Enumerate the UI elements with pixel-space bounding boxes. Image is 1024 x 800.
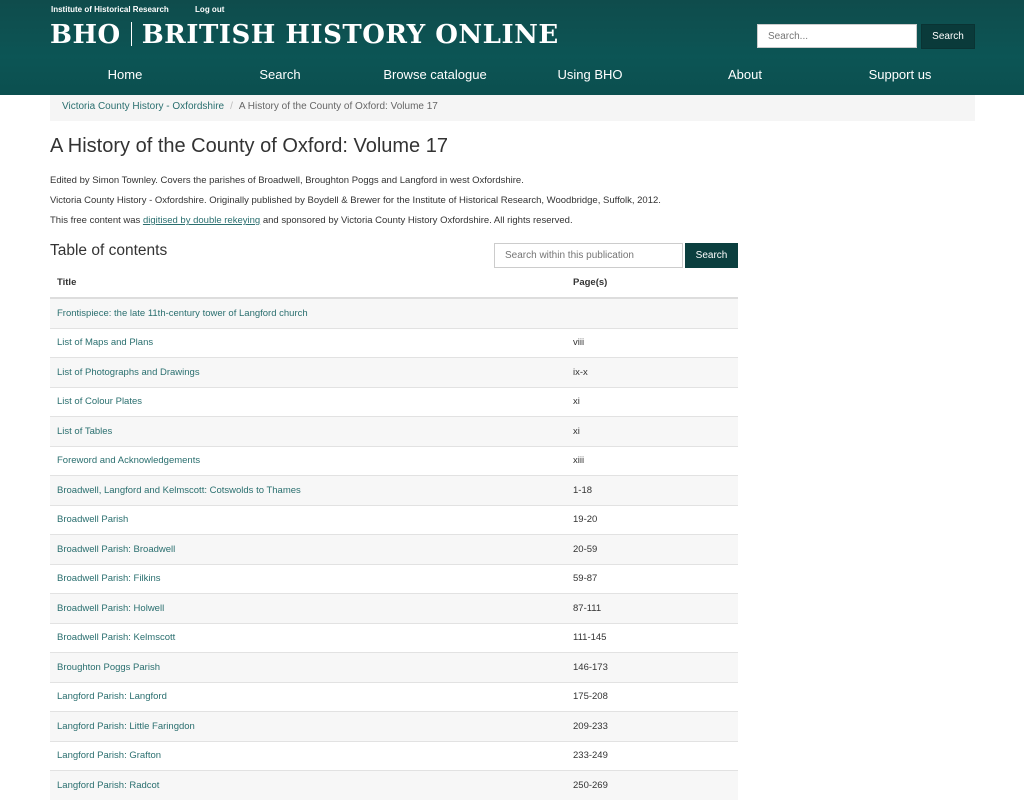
- table-row: List of Photographs and Drawings ix-x: [50, 357, 738, 387]
- table-row: Broadwell Parish: Holwell 87-111: [50, 593, 738, 623]
- breadcrumb-current: A History of the County of Oxford: Volum…: [238, 101, 438, 112]
- table-row: Broadwell Parish 19-20: [50, 504, 738, 535]
- toc-entry-pages: 233-249: [566, 740, 738, 771]
- toc-entry-link[interactable]: Langford Parish: Little Faringdon: [50, 711, 566, 741]
- toc-entry-pages: viii: [566, 327, 738, 358]
- table-row: Frontispiece: the late 11th-century towe…: [50, 297, 738, 328]
- logo-divider: [130, 22, 132, 46]
- nav-using-bho[interactable]: Using BHO: [515, 64, 665, 86]
- toc-heading: Table of contents: [50, 242, 168, 259]
- toc-search-button[interactable]: Search: [685, 243, 738, 268]
- table-row: Broadwell Parish: Kelmscott 111-145: [50, 622, 738, 653]
- toc-entry-pages: 250-269: [566, 770, 738, 800]
- breadcrumb-separator: /: [230, 101, 233, 112]
- toc-entry-link[interactable]: Langford Parish: Grafton: [50, 740, 566, 771]
- toc-entry-link[interactable]: Langford Parish: Radcot: [50, 770, 566, 800]
- main-nav: Home Search Browse catalogue Using BHO A…: [50, 64, 975, 86]
- toc-entry-pages: 111-145: [566, 622, 738, 653]
- toc-entry-link[interactable]: Broadwell Parish: Broadwell: [50, 534, 566, 564]
- toc-entry-link[interactable]: Foreword and Acknowledgements: [50, 445, 566, 476]
- table-row: Langford Parish: Little Faringdon 209-233: [50, 711, 738, 741]
- toc-entry-link[interactable]: List of Colour Plates: [50, 386, 566, 417]
- breadcrumb-link[interactable]: Victoria County History - Oxfordshire: [62, 101, 224, 112]
- rights-text-before: This free content was: [50, 215, 143, 226]
- logo-short: BHO: [50, 20, 121, 50]
- toc-entry-pages: xi: [566, 386, 738, 417]
- site-search-input[interactable]: [757, 24, 917, 48]
- toc-entry-link[interactable]: Broadwell Parish: [50, 504, 566, 535]
- toc-entry-link[interactable]: Broadwell Parish: Holwell: [50, 593, 566, 623]
- table-row: Broadwell Parish: Filkins 59-87: [50, 563, 738, 594]
- toc-search-input[interactable]: [494, 243, 683, 268]
- table-row: List of Colour Plates xi: [50, 386, 738, 417]
- table-row: Broadwell Parish: Broadwell 20-59: [50, 534, 738, 564]
- nav-search[interactable]: Search: [205, 64, 355, 86]
- logout-link[interactable]: Log out: [195, 5, 224, 14]
- toc-entry-pages: 20-59: [566, 534, 738, 564]
- toc-entry-pages: 19-20: [566, 504, 738, 535]
- toc-body: Frontispiece: the late 11th-century towe…: [50, 297, 738, 800]
- nav-about[interactable]: About: [670, 64, 820, 86]
- table-row: List of Tables xi: [50, 416, 738, 446]
- col-pages: Page(s): [566, 268, 738, 299]
- toc-entry-link[interactable]: Broadwell Parish: Kelmscott: [50, 622, 566, 653]
- logo-full: BRITISH HISTORY ONLINE: [141, 20, 559, 50]
- site-search-button[interactable]: Search: [921, 24, 975, 49]
- toc-entry-pages: xiii: [566, 445, 738, 476]
- col-title: Title: [50, 268, 566, 299]
- toc-entry-pages: 175-208: [566, 681, 738, 712]
- toc-entry-link[interactable]: Broadwell, Langford and Kelmscott: Cotsw…: [50, 475, 566, 505]
- nav-support-us[interactable]: Support us: [825, 64, 975, 86]
- toc-entry-link[interactable]: List of Photographs and Drawings: [50, 357, 566, 387]
- table-row: Langford Parish: Langford 175-208: [50, 681, 738, 712]
- description-rights: This free content was digitised by doubl…: [50, 215, 573, 226]
- toc-table: Title Page(s) Frontispiece: the late 11t…: [50, 268, 738, 800]
- description-editor: Edited by Simon Townley. Covers the pari…: [50, 175, 524, 186]
- table-row: Langford Parish: Radcot 250-269: [50, 770, 738, 800]
- site-logo[interactable]: BHO BRITISH HISTORY ONLINE: [50, 20, 559, 50]
- ihr-link[interactable]: Institute of Historical Research: [51, 5, 169, 14]
- table-row: List of Maps and Plans viii: [50, 327, 738, 358]
- site-header: Institute of Historical Research Log out…: [0, 0, 1024, 95]
- toc-header-row: Title Page(s): [50, 268, 738, 299]
- breadcrumb: Victoria County History - Oxfordshire / A …: [50, 95, 975, 121]
- toc-entry-link[interactable]: List of Tables: [50, 416, 566, 446]
- nav-browse-catalogue[interactable]: Browse catalogue: [360, 64, 510, 86]
- nav-home[interactable]: Home: [50, 64, 200, 86]
- table-row: Broadwell, Langford and Kelmscott: Cotsw…: [50, 475, 738, 505]
- toc-entry-link[interactable]: Frontispiece: the late 11th-century towe…: [50, 297, 566, 328]
- toc-entry-link[interactable]: List of Maps and Plans: [50, 327, 566, 358]
- toc-entry-pages: [566, 297, 738, 328]
- table-row: Broughton Poggs Parish 146-173: [50, 652, 738, 682]
- rights-text-after: and sponsored by Victoria County History…: [260, 215, 573, 226]
- toc-entry-pages: xi: [566, 416, 738, 446]
- toc-entry-pages: 87-111: [566, 593, 738, 623]
- toc-entry-pages: 1-18: [566, 475, 738, 505]
- toc-entry-pages: 59-87: [566, 563, 738, 594]
- table-row: Foreword and Acknowledgements xiii: [50, 445, 738, 476]
- table-row: Langford Parish: Grafton 233-249: [50, 740, 738, 771]
- description-publisher: Victoria County History - Oxfordshire. O…: [50, 195, 661, 206]
- toc-entry-pages: ix-x: [566, 357, 738, 387]
- toc-entry-link[interactable]: Broughton Poggs Parish: [50, 652, 566, 682]
- page-title: A History of the County of Oxford: Volum…: [50, 135, 448, 157]
- toc-entry-pages: 146-173: [566, 652, 738, 682]
- toc-entry-link[interactable]: Langford Parish: Langford: [50, 681, 566, 712]
- digitisation-link[interactable]: digitised by double rekeying: [143, 215, 260, 226]
- toc-entry-pages: 209-233: [566, 711, 738, 741]
- top-links: Institute of Historical Research Log out: [51, 5, 248, 14]
- toc-entry-link[interactable]: Broadwell Parish: Filkins: [50, 563, 566, 594]
